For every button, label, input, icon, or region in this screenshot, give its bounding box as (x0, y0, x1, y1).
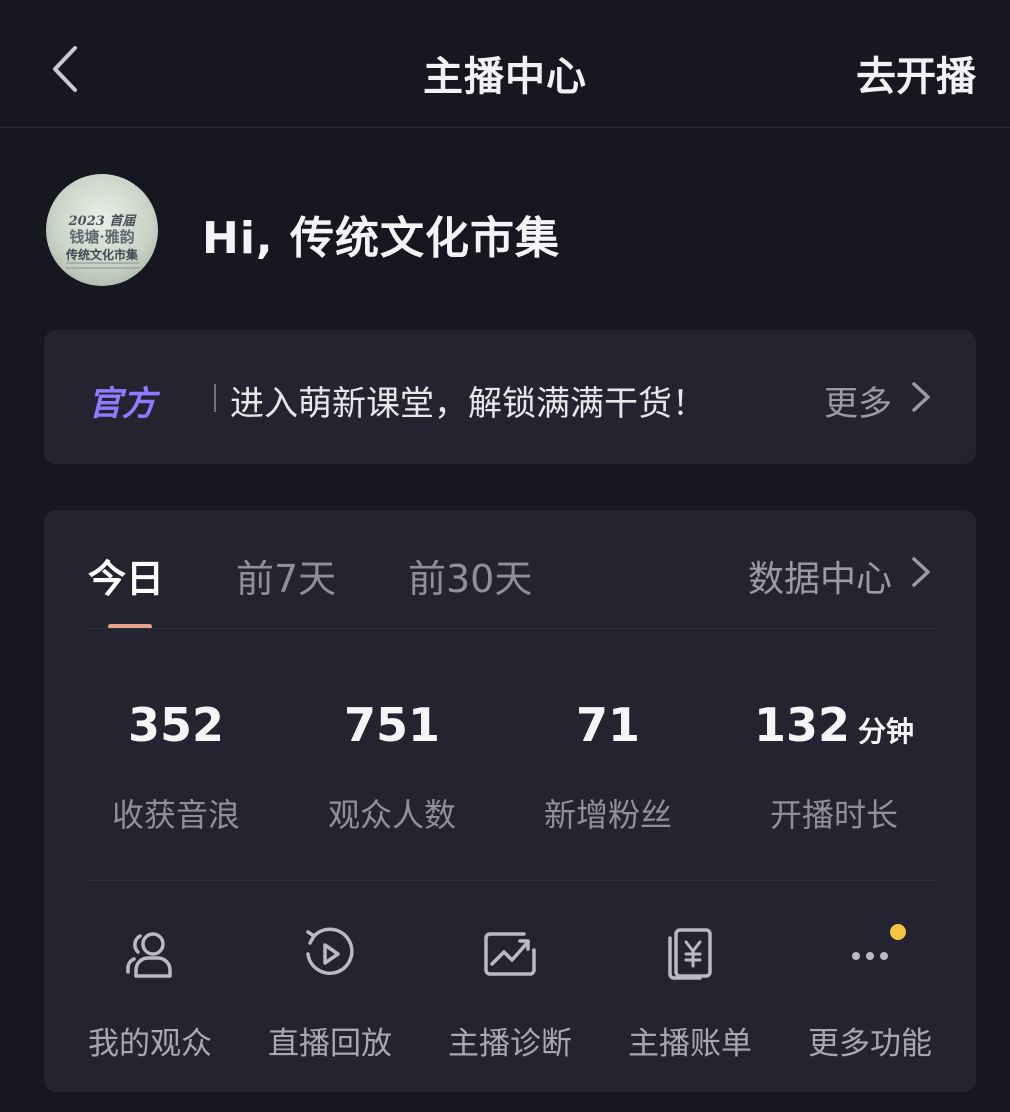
tab-divider (88, 628, 936, 629)
section-divider (88, 880, 936, 881)
tab-30-days[interactable]: 前30天 (408, 548, 532, 603)
metric-value: 71 (575, 698, 640, 752)
metric-value: 751 (343, 698, 441, 752)
function-more-features[interactable]: 更多功能 (780, 924, 960, 1063)
anchor-center-page: 主播中心 去开播 2023 首届 钱塘·雅韵 传统文化市集 Hi, 传统文化市集… (0, 0, 1010, 1112)
function-label: 更多功能 (808, 1026, 932, 1062)
metric-value: 352 (127, 698, 225, 752)
replay-icon (306, 927, 354, 975)
top-nav-bar: 主播中心 去开播 (0, 0, 1010, 128)
tab-today[interactable]: 今日 (88, 548, 164, 603)
data-center-link[interactable]: 数据中心 (748, 550, 892, 602)
function-anchor-bill[interactable]: 主播账单 (600, 924, 780, 1063)
official-tag: 官方 (88, 384, 156, 424)
metric-unit: 分钟 (858, 715, 915, 748)
go-live-button[interactable]: 去开播 (856, 44, 976, 102)
banner-more-link[interactable]: 更多 (824, 376, 892, 425)
avatar-line-3: 传统文化市集 (65, 248, 138, 262)
metric-value: 132 分钟 (753, 698, 915, 752)
diagnosis-icon (484, 932, 536, 976)
metric-new-fans[interactable]: 71 新增粉丝 (498, 696, 718, 836)
greeting-text: Hi, 传统文化市集 (202, 213, 560, 264)
metric-sound-waves[interactable]: 352 收获音浪 (66, 696, 286, 836)
official-banner[interactable]: 官方 进入萌新课堂，解锁满满干货！ 更多 (44, 330, 976, 464)
function-anchor-diagnosis[interactable]: 主播诊断 (420, 924, 600, 1063)
tab-7-days[interactable]: 前7天 (236, 548, 336, 603)
metric-label: 新增粉丝 (543, 796, 672, 834)
function-label: 主播账单 (628, 1026, 752, 1062)
metric-label: 观众人数 (327, 796, 456, 834)
banner-text: 进入萌新课堂，解锁满满干货！ (230, 384, 706, 424)
function-label: 直播回放 (268, 1026, 392, 1062)
avatar[interactable]: 2023 首届 钱塘·雅韵 传统文化市集 (46, 174, 158, 286)
function-live-replay[interactable]: 直播回放 (240, 924, 420, 1063)
function-label: 主播诊断 (448, 1026, 572, 1062)
function-label: 我的观众 (88, 1026, 212, 1062)
chevron-right-icon (912, 557, 930, 587)
banner-separator (214, 384, 216, 412)
metric-viewers[interactable]: 751 观众人数 (282, 696, 502, 836)
avatar-line-2: 钱塘·雅韵 (69, 228, 135, 246)
notification-dot (890, 924, 906, 940)
bill-icon (668, 928, 712, 980)
chevron-right-icon (912, 382, 930, 412)
metric-label: 开播时长 (769, 796, 898, 834)
function-my-audience[interactable]: 我的观众 (60, 924, 240, 1063)
stats-card: 今日 前7天 前30天 数据中心 352 收获音浪 751 观众人数 71 新增… (44, 510, 976, 1092)
metric-label: 收获音浪 (111, 796, 240, 834)
metric-live-duration[interactable]: 132 分钟 开播时长 (724, 696, 944, 836)
audience-icon (126, 932, 172, 978)
avatar-decoration (66, 262, 140, 272)
